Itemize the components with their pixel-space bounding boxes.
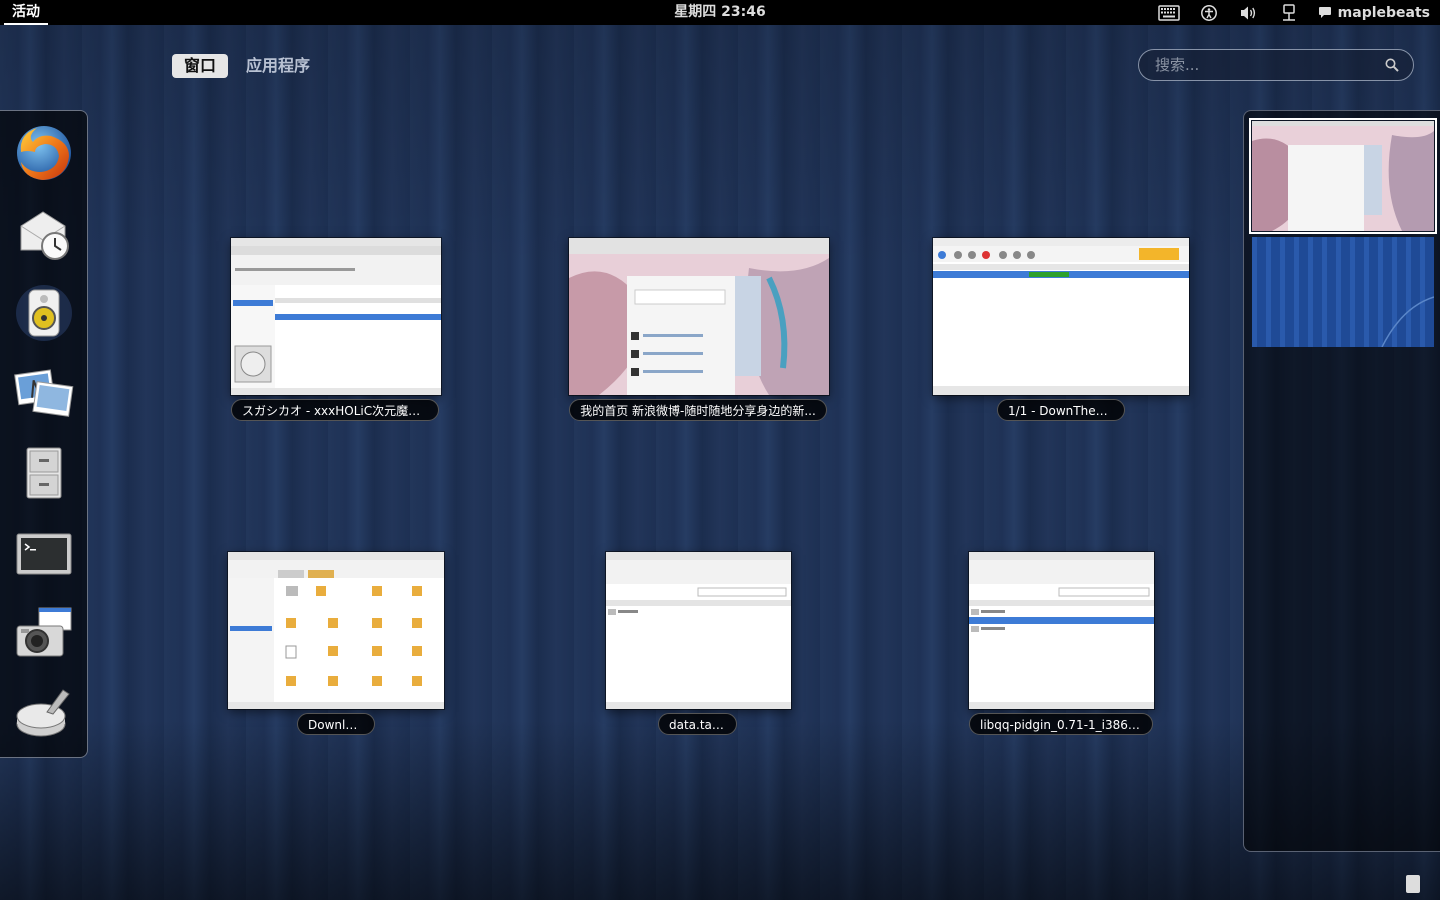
- clock[interactable]: 星期四 23:46: [674, 4, 765, 20]
- window-preview: [228, 552, 444, 709]
- window-preview: [231, 238, 441, 395]
- window-title: 1/1 - DownThemAll!: [997, 399, 1125, 421]
- mail-clock-icon[interactable]: [12, 201, 76, 265]
- search-box[interactable]: [1138, 49, 1414, 81]
- window-title: Downloads: [297, 713, 375, 735]
- message-tray-icon[interactable]: [1406, 875, 1420, 893]
- window-title: 我的首页 新浪微博-随时随地分享身边的新...: [569, 399, 827, 421]
- search-icon: [1385, 58, 1399, 72]
- system-tray: maplebeats: [1157, 0, 1430, 25]
- terminal-icon[interactable]: [12, 521, 76, 585]
- workspace-1[interactable]: [1249, 118, 1437, 234]
- window-preview: [606, 552, 791, 709]
- window-title: data.tar.gz: [658, 713, 737, 735]
- keyboard-icon[interactable]: [1157, 4, 1180, 22]
- activities-button[interactable]: 活动: [4, 0, 48, 25]
- screenshot-camera-icon[interactable]: [12, 601, 76, 665]
- desktop-background: [0, 0, 1440, 900]
- view-selector: 窗口 应用程序: [172, 54, 322, 78]
- tab-windows[interactable]: 窗口: [172, 54, 229, 78]
- workspace-2[interactable]: [1252, 237, 1434, 347]
- music-player-icon[interactable]: [12, 281, 76, 345]
- user-menu[interactable]: maplebeats: [1318, 5, 1430, 21]
- window-preview: [569, 238, 829, 395]
- chat-icon: [1318, 6, 1331, 18]
- firefox-icon[interactable]: [12, 121, 76, 185]
- file-cabinet-icon[interactable]: [12, 441, 76, 505]
- dash: [0, 110, 88, 758]
- tab-applications[interactable]: 应用程序: [234, 54, 322, 78]
- user-name: maplebeats: [1337, 4, 1430, 21]
- disk-utility-icon[interactable]: [12, 681, 76, 745]
- photos-icon[interactable]: [12, 361, 76, 425]
- search-input[interactable]: [1153, 55, 1385, 75]
- workspace-switcher: [1243, 110, 1440, 852]
- top-bar: 活动 星期四 23:46 maplebeats: [0, 0, 1440, 25]
- window-title: libqq-pidgin_0.71-1_i386.d...: [969, 713, 1153, 735]
- window-title: スガシカオ - xxxHOLiC次元魔女...: [231, 399, 439, 421]
- volume-icon[interactable]: [1238, 4, 1260, 22]
- network-icon[interactable]: [1278, 3, 1300, 22]
- window-preview: [933, 238, 1189, 395]
- accessibility-icon[interactable]: [1198, 4, 1220, 22]
- window-preview: [969, 552, 1154, 709]
